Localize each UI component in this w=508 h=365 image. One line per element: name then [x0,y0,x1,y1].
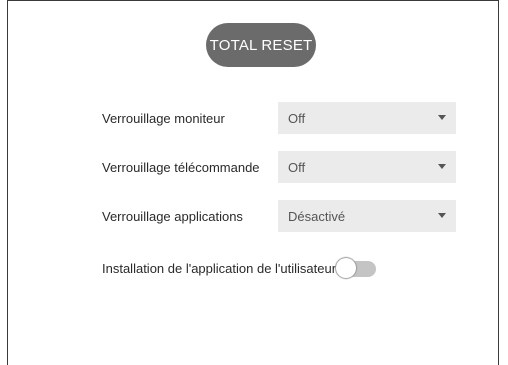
caret-down-icon [438,115,446,120]
user-app-install-toggle[interactable] [336,258,377,278]
select-value: Désactivé [288,208,346,224]
setting-row-app-lock: Verrouillage applications Désactivé [102,200,462,232]
setting-label: Verrouillage applications [102,208,243,224]
settings-panel: TOTAL RESET Verrouillage moniteur Off Ve… [7,0,499,365]
select-value: Off [288,110,306,126]
toggle-thumb [336,258,357,278]
setting-row-remote-lock: Verrouillage télécommande Off [102,151,462,183]
caret-down-icon [438,213,446,218]
setting-label: Verrouillage moniteur [102,110,225,126]
total-reset-button[interactable]: TOTAL RESET [206,23,316,67]
select-value: Off [288,159,306,175]
setting-label: Verrouillage télécommande [102,159,260,175]
monitor-lock-select[interactable]: Off [278,102,456,134]
user-app-install-label: Installation de l'application de l'utili… [102,260,337,276]
remote-lock-select[interactable]: Off [278,151,456,183]
setting-row-monitor-lock: Verrouillage moniteur Off [102,102,462,134]
setting-row-user-app-install: Installation de l'application de l'utili… [102,257,377,279]
caret-down-icon [438,164,446,169]
app-lock-select[interactable]: Désactivé [278,200,456,232]
